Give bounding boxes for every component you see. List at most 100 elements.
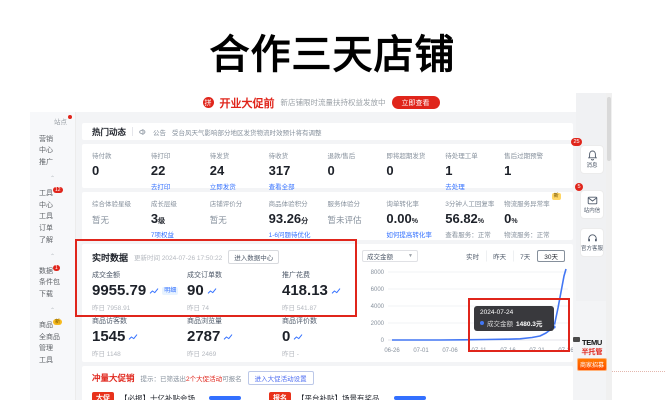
svg-text:8000: 8000: [371, 270, 385, 276]
envelope-icon: [587, 195, 598, 206]
sidebar-item[interactable]: 中心: [30, 200, 75, 212]
stat-shop-rating: 店铺评价分 暂无: [210, 198, 269, 236]
notification-dot: [68, 115, 72, 119]
tab-30days[interactable]: 30天: [537, 250, 565, 262]
promo-item-text: 【必报】十亿补贴会场: [120, 393, 195, 400]
chevron-down-icon: ▼: [408, 253, 413, 259]
float-button-label: 官方客服: [581, 246, 603, 253]
screenshot-stage: 合作三天店铺 拼 开业大促前 新店铺限时流量扶持权益发放中 立即查看 站点 营销…: [0, 0, 665, 400]
chevron-up-icon[interactable]: ⌃: [30, 175, 75, 182]
sidebar-item[interactable]: 商品 新: [30, 320, 75, 332]
stat-inquiry-conversion: 询单转化率 0.00% 如何提高转化率: [386, 198, 445, 236]
stat-to-print: 待打印 22 去打印: [151, 150, 210, 184]
tab-yesterday[interactable]: 昨天: [486, 250, 513, 262]
trend-chart-icon[interactable]: [128, 333, 138, 341]
float-button-label: 站内信: [584, 208, 601, 215]
promo-item[interactable]: 报名 【平台补贴】场景有奖品: [269, 392, 426, 400]
megaphone-icon: [139, 128, 147, 136]
temu-recruit-button[interactable]: 商家招募: [577, 358, 607, 371]
stat-pending-payment: 待付款 0: [92, 150, 151, 184]
chart-metric-select[interactable]: 成交金额 ▼: [362, 250, 418, 262]
sidebar-item[interactable]: 订单: [30, 224, 75, 236]
svg-text:07-16: 07-16: [500, 348, 516, 354]
float-button-label: 消息: [586, 163, 597, 170]
chevron-up-icon[interactable]: ⌃: [30, 307, 75, 314]
stat-overdue-ship: 即将超期发货 0: [386, 150, 445, 184]
progress-bar: [394, 396, 426, 400]
stat-to-ship: 待发货 24 立即发货: [210, 150, 269, 184]
sidebar-item[interactable]: 管理: [30, 344, 75, 356]
sidebar-item[interactable]: 营销: [30, 134, 75, 146]
shop-score-card: 综合体验星级 暂无 成长层级 3级 7项权益 店铺评价分 暂无 商品体验积分 9…: [82, 192, 573, 240]
top-banner[interactable]: 拼 开业大促前 新店铺限时流量扶持权益发放中 立即查看: [30, 93, 612, 112]
sidebar-item[interactable]: 下载: [30, 290, 75, 302]
messages-button[interactable]: 消息: [580, 145, 604, 174]
sidebar-item[interactable]: 数据 1: [30, 266, 75, 278]
sidebar-item[interactable]: 工具: [30, 356, 75, 368]
updated-timestamp: 更新时间 2024-07-26 17:50:22: [134, 252, 222, 262]
svg-text:07-26: 07-26: [558, 348, 573, 354]
chevron-up-icon[interactable]: ⌃: [30, 253, 75, 260]
trend-chart-icon[interactable]: [331, 287, 341, 295]
svg-text:0: 0: [381, 338, 385, 344]
svg-text:06-26: 06-26: [384, 348, 400, 354]
y-axis-labels: 8000 6000 4000 2000 0: [371, 270, 385, 344]
promo-badge: 大促: [92, 392, 114, 400]
divider: [132, 127, 133, 136]
sidebar-site-label[interactable]: 站点: [30, 116, 75, 126]
promo-title: 冲量大促销: [92, 372, 135, 384]
svg-text:4000: 4000: [371, 304, 385, 310]
trend-chart-icon[interactable]: [293, 333, 303, 341]
trend-chart-icon[interactable]: [149, 287, 159, 295]
svg-text:6000: 6000: [371, 287, 385, 293]
sidebar-item[interactable]: 工具: [30, 212, 75, 224]
sidebar-item[interactable]: 中心: [30, 146, 75, 158]
hot-news-title: 热门动态: [92, 126, 126, 138]
scrollbar-thumb[interactable]: [607, 97, 611, 161]
tab-realtime[interactable]: 实时: [459, 250, 486, 262]
inbox-badge: 5: [575, 183, 583, 191]
temu-brand: TEMU: [577, 338, 607, 347]
stat-growth-level: 成长层级 3级 7项权益: [151, 198, 210, 236]
metric-orders: 成交订单数 90 昨日 74: [187, 270, 279, 312]
banner-cta-button[interactable]: 立即查看: [392, 96, 440, 109]
trend-chart-icon[interactable]: [207, 287, 217, 295]
banner-title: 开业大促前: [220, 95, 275, 111]
brand-logo-icon: 拼: [203, 97, 214, 108]
temu-recruit-sticker[interactable]: TEMU 半托管 商家招募: [577, 338, 607, 371]
headset-icon: [587, 233, 598, 244]
promo-description: 提示：已筛选出2个大促活动可报名: [141, 373, 242, 383]
chart-range-tabs: 实时 昨天 7天 30天: [459, 250, 565, 262]
promo-settings-button[interactable]: 进入大促活动设置: [248, 371, 314, 385]
inbox-button[interactable]: 站内信: [580, 190, 604, 219]
order-stats-card: 待付款 0 待打印 22 去打印 待发货 24 立即发货 待收货 317 查看全…: [82, 144, 573, 188]
tooltip-date: 2024-07-24: [480, 309, 548, 316]
detail-tag[interactable]: 明细: [162, 287, 178, 295]
tab-7days[interactable]: 7天: [513, 250, 537, 262]
tooltip-value: 1480.3元: [516, 318, 542, 328]
sticker-corner-tag: [573, 337, 580, 342]
sidebar-item[interactable]: 了解: [30, 235, 75, 247]
seller-dashboard: 拼 开业大促前 新店铺限时流量扶持权益发放中 立即查看 站点 营销 中心 推广 …: [30, 93, 612, 400]
sidebar-item[interactable]: 工具 12: [30, 188, 75, 200]
promo-item[interactable]: 大促 【必报】十亿补贴会场: [92, 392, 241, 400]
promo-item-text: 【平台补贴】场景有奖品: [297, 393, 380, 400]
official-service-button[interactable]: 官方客服: [580, 228, 604, 257]
svg-text:2000: 2000: [371, 321, 385, 327]
sidebar-item[interactable]: 条件包: [30, 278, 75, 290]
sidebar-item[interactable]: 全商品: [30, 332, 75, 344]
stat-refund: 退款/售后 0: [328, 150, 387, 184]
enter-data-center-button[interactable]: 进入数据中心: [228, 250, 279, 264]
sidebar-badge: 新: [53, 319, 62, 325]
x-axis-labels: 06-26 07-01 07-06 07-11 07-16 07-21 07-2…: [384, 348, 573, 354]
metric-visitors: 商品访客数 1545 昨日 1148: [92, 316, 184, 358]
stat-workorder: 待处理工单 1 去处理: [445, 150, 504, 184]
stat-experience-star: 综合体验星级 暂无: [92, 198, 151, 236]
realtime-data-card: 实时数据 更新时间 2024-07-26 17:50:22 进入数据中心 成交金…: [82, 244, 573, 362]
announcement-text[interactable]: 受台风天气影响部分地区发货物流时效预计将有调整: [172, 127, 322, 137]
sidebar-item[interactable]: 推广: [30, 158, 75, 170]
dotted-divider: [606, 371, 665, 372]
realtime-title: 实时数据: [92, 251, 128, 264]
trend-chart-icon[interactable]: [223, 333, 233, 341]
svg-text:07-01: 07-01: [413, 348, 429, 354]
